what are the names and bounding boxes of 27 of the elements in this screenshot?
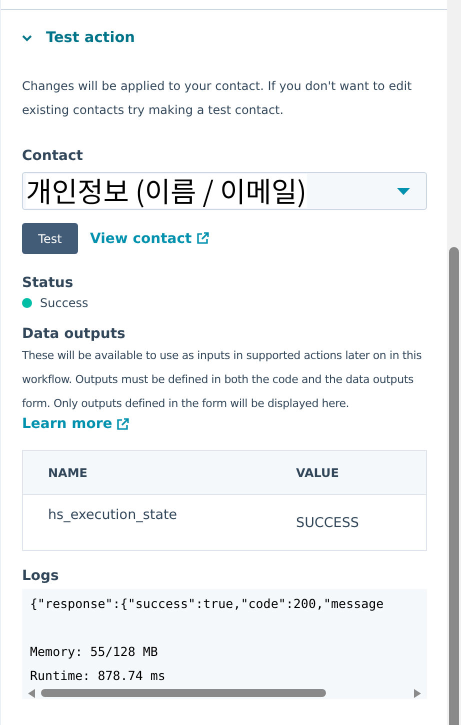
scrollbar[interactable] [447,0,461,725]
log-line: {"response":{"success":true,"code":200,"message [30,596,384,611]
external-link-icon [196,232,209,245]
section-heading: Logs [22,568,60,584]
log-line: Memory: 55/128 MB [30,644,158,659]
field-label: Contact [22,148,84,166]
column-header: NAME [47,466,88,480]
description-text: These will be available to use as inputs in supported actions later on in this workflow. Outputs must be defined in both the code and the data outputs form. Only outputs defined in the form will be displayed here. [22,348,423,412]
learn-more-link[interactable]: Learn more [22,416,130,432]
scroll-right-icon[interactable] [414,688,421,698]
intro-text: Changes will be applied to your contact. If you don't want to edit existing contacts try making a test contact. [22,78,413,119]
section-heading: Data outputs [22,326,126,342]
scrollbar-thumb[interactable] [41,689,326,697]
contact-dropdown[interactable]: 개인정보 (이름 / 이메일) [22,172,427,210]
status-text: Success [40,296,88,310]
test-button[interactable]: Test [22,223,78,254]
scroll-left-icon[interactable] [28,688,35,698]
table-cell-text: SUCCESS [296,514,360,533]
section-title: Test action [46,30,135,46]
table-cell-text: hs_execution_state [47,506,178,525]
column-header: VALUE [296,466,340,480]
log-line: Runtime: 878.74 ms [30,668,166,683]
view-contact-link[interactable]: View contact [90,230,209,246]
external-link-icon [116,418,130,430]
status-heading: Status [22,275,74,291]
section-header[interactable]: Test action [22,19,427,57]
caret-icon [397,188,410,194]
